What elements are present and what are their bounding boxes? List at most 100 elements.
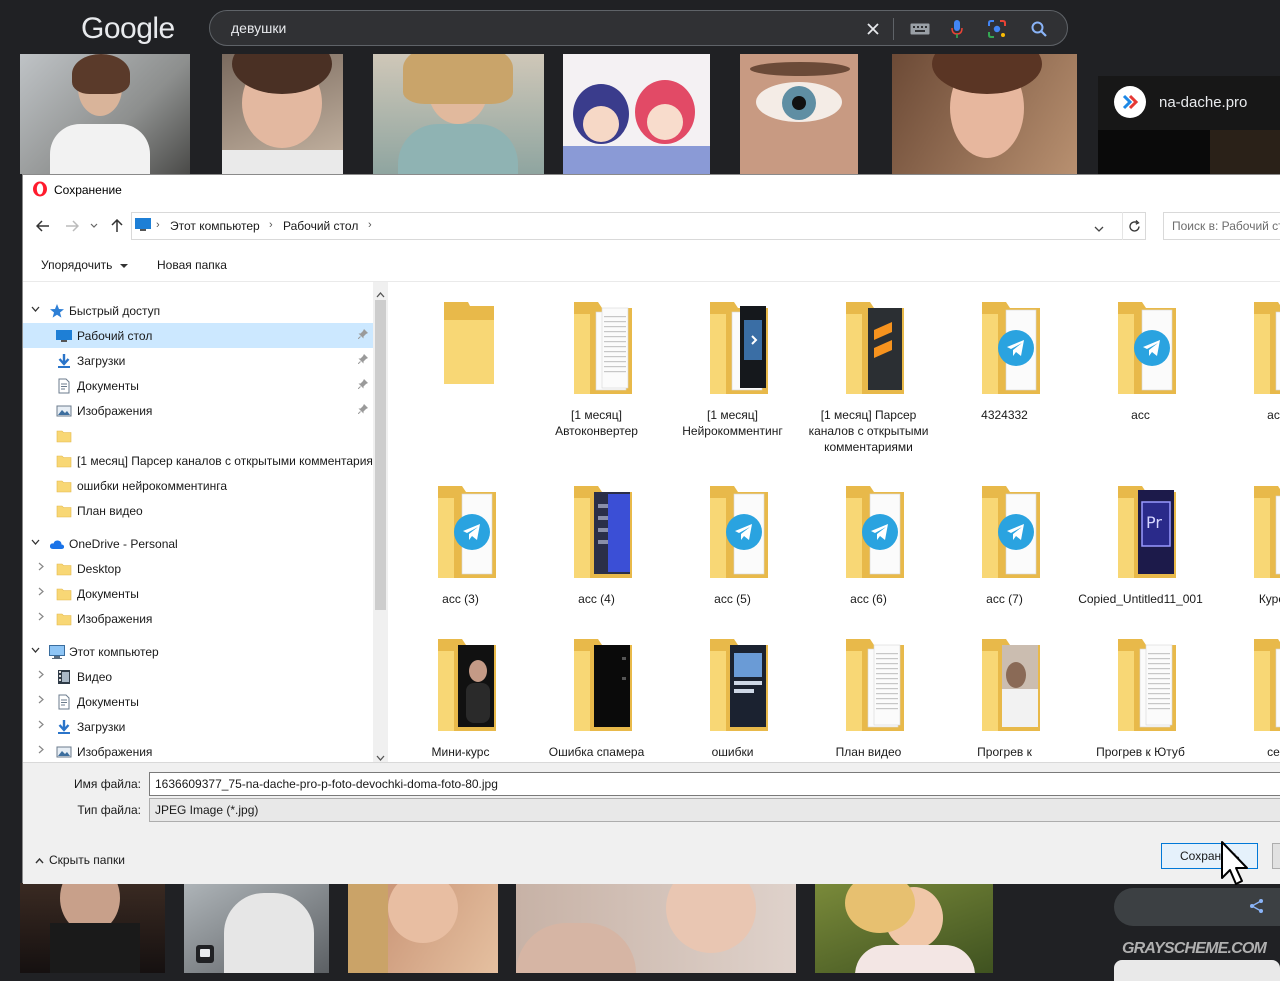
expand-chevron-icon[interactable] — [31, 645, 40, 656]
tree-item[interactable]: ошибки нейрокомментинга — [23, 473, 373, 498]
clear-icon[interactable] — [862, 18, 884, 40]
file-item[interactable]: acc (3) — [398, 474, 523, 644]
tree-item[interactable]: Документы — [23, 581, 373, 606]
image-result[interactable] — [1114, 960, 1280, 981]
file-view[interactable]: [1 месяц] Автоконвертер [1 месяц] Нейроко… — [388, 282, 1280, 762]
tree-item[interactable]: Desktop — [23, 556, 373, 581]
navigation-pane[interactable]: Быстрый доступ Рабочий стол Загрузки Докуме… — [23, 282, 388, 762]
file-item[interactable]: acc — [1214, 290, 1280, 460]
tree-item[interactable]: Загрузки — [23, 348, 373, 373]
tree-item[interactable]: Рабочий стол — [23, 323, 373, 348]
forward-button[interactable] — [63, 217, 81, 235]
file-item[interactable] — [398, 290, 523, 460]
file-name-input[interactable]: 1636609377_75-na-dache-pro-p-foto-devoch… — [149, 772, 1280, 796]
tree-item[interactable]: План видео — [23, 498, 373, 523]
file-item[interactable]: Ошибка спамера — [534, 627, 659, 762]
search-divider — [893, 18, 894, 40]
recent-dropdown-icon[interactable] — [88, 217, 100, 235]
folder-search-input[interactable]: Поиск в: Рабочий стол — [1163, 212, 1280, 240]
pictures-icon — [56, 744, 72, 760]
folder-icon — [56, 586, 72, 602]
tree-item[interactable]: Изображения — [23, 398, 373, 423]
expand-chevron-icon[interactable] — [31, 304, 40, 315]
tree-item[interactable]: OneDrive - Personal — [23, 531, 373, 556]
hide-folders-button[interactable]: Скрыть папки — [35, 853, 125, 867]
breadcrumb-desktop[interactable]: Рабочий стол — [283, 219, 358, 233]
cancel-button[interactable] — [1272, 843, 1280, 869]
tree-item[interactable]: Видео — [23, 664, 373, 689]
google-search-box[interactable]: девушки — [209, 10, 1068, 46]
file-item[interactable]: Мини-курс — [398, 627, 523, 762]
tree-item[interactable]: Загрузки — [23, 714, 373, 739]
address-bar[interactable]: › Этот компьютер › Рабочий стол › — [131, 212, 1146, 240]
collapse-chevron-icon[interactable] — [38, 612, 44, 624]
keyboard-icon[interactable] — [909, 18, 931, 40]
image-result[interactable] — [373, 54, 544, 174]
file-type-select[interactable]: JPEG Image (*.jpg) — [149, 798, 1280, 822]
collapse-chevron-icon[interactable] — [38, 562, 44, 574]
file-item[interactable]: Pr Copied_Untitled11_001 — [1078, 474, 1203, 644]
collapse-chevron-icon[interactable] — [38, 695, 44, 707]
new-folder-button[interactable]: Новая папка — [157, 258, 227, 272]
site-panel[interactable]: na-dache.pro — [1098, 76, 1280, 174]
tree-item[interactable]: Быстрый доступ — [23, 298, 373, 323]
folder-preview-icon — [708, 637, 770, 733]
file-item[interactable]: Прогрев к Ютуб — [1078, 627, 1203, 762]
tree-item-label: Документы — [77, 587, 139, 601]
file-item[interactable]: Курс п — [1214, 474, 1280, 644]
organize-button[interactable]: Упорядочить — [41, 258, 128, 272]
tree-item[interactable]: Документы — [23, 373, 373, 398]
image-result[interactable] — [20, 883, 165, 973]
collapse-chevron-icon[interactable] — [38, 720, 44, 732]
tree-item[interactable]: Изображения — [23, 739, 373, 762]
tree-item[interactable] — [23, 423, 373, 448]
file-item[interactable]: 4324332 — [942, 290, 1067, 460]
collapse-chevron-icon[interactable] — [38, 587, 44, 599]
file-item[interactable]: acc (6) — [806, 474, 931, 644]
breadcrumb-this-pc[interactable]: Этот компьютер — [170, 219, 260, 233]
scroll-up-icon[interactable] — [376, 285, 385, 303]
google-logo[interactable]: Google — [81, 12, 175, 46]
image-result[interactable] — [222, 54, 343, 174]
search-query[interactable]: девушки — [231, 20, 286, 36]
file-item[interactable]: Прогрев к — [942, 627, 1067, 762]
image-result[interactable] — [184, 883, 329, 973]
tree-item[interactable]: Изображения — [23, 606, 373, 631]
file-item[interactable]: [1 месяц] Автоконвертер — [534, 290, 659, 460]
file-item[interactable]: acc (5) — [670, 474, 795, 644]
lens-icon[interactable] — [986, 18, 1008, 40]
file-item[interactable]: acc — [1078, 290, 1203, 460]
file-item[interactable]: План видео — [806, 627, 931, 762]
search-icon[interactable] — [1028, 18, 1050, 40]
collapse-chevron-icon[interactable] — [38, 745, 44, 757]
folder-preview-icon: Pr — [1116, 484, 1178, 580]
image-result[interactable] — [815, 883, 993, 973]
file-item[interactable]: [1 месяц] Нейрокомментинг — [670, 290, 795, 460]
folder-icon — [56, 428, 72, 444]
collapse-chevron-icon[interactable] — [38, 670, 44, 682]
expand-chevron-icon[interactable] — [31, 537, 40, 548]
up-button[interactable] — [108, 217, 126, 235]
tree-item[interactable]: [1 месяц] Парсер каналов с открытыми ком… — [23, 448, 388, 473]
address-dropdown-icon[interactable] — [1094, 220, 1104, 238]
refresh-button[interactable] — [1122, 212, 1146, 240]
navigation-scrollbar[interactable] — [373, 282, 388, 762]
file-item[interactable]: сес — [1214, 627, 1280, 762]
image-result[interactable] — [348, 883, 498, 973]
microphone-icon[interactable] — [946, 18, 968, 40]
share-button[interactable] — [1114, 888, 1280, 926]
image-result[interactable] — [892, 54, 1077, 174]
image-result[interactable] — [20, 54, 190, 174]
back-button[interactable] — [34, 217, 52, 235]
site-name[interactable]: na-dache.pro — [1159, 94, 1247, 111]
scrollbar-thumb[interactable] — [375, 300, 386, 610]
file-item[interactable]: ошибки — [670, 627, 795, 762]
image-result[interactable] — [740, 54, 858, 174]
image-result[interactable] — [516, 883, 796, 973]
file-item[interactable]: [1 месяц] Парсер каналов с открытыми ком… — [806, 290, 931, 460]
file-item[interactable]: acc (4) — [534, 474, 659, 644]
tree-item[interactable]: Документы — [23, 689, 373, 714]
tree-item[interactable]: Этот компьютер — [23, 639, 373, 664]
file-item[interactable]: acc (7) — [942, 474, 1067, 644]
image-result[interactable] — [563, 54, 710, 174]
